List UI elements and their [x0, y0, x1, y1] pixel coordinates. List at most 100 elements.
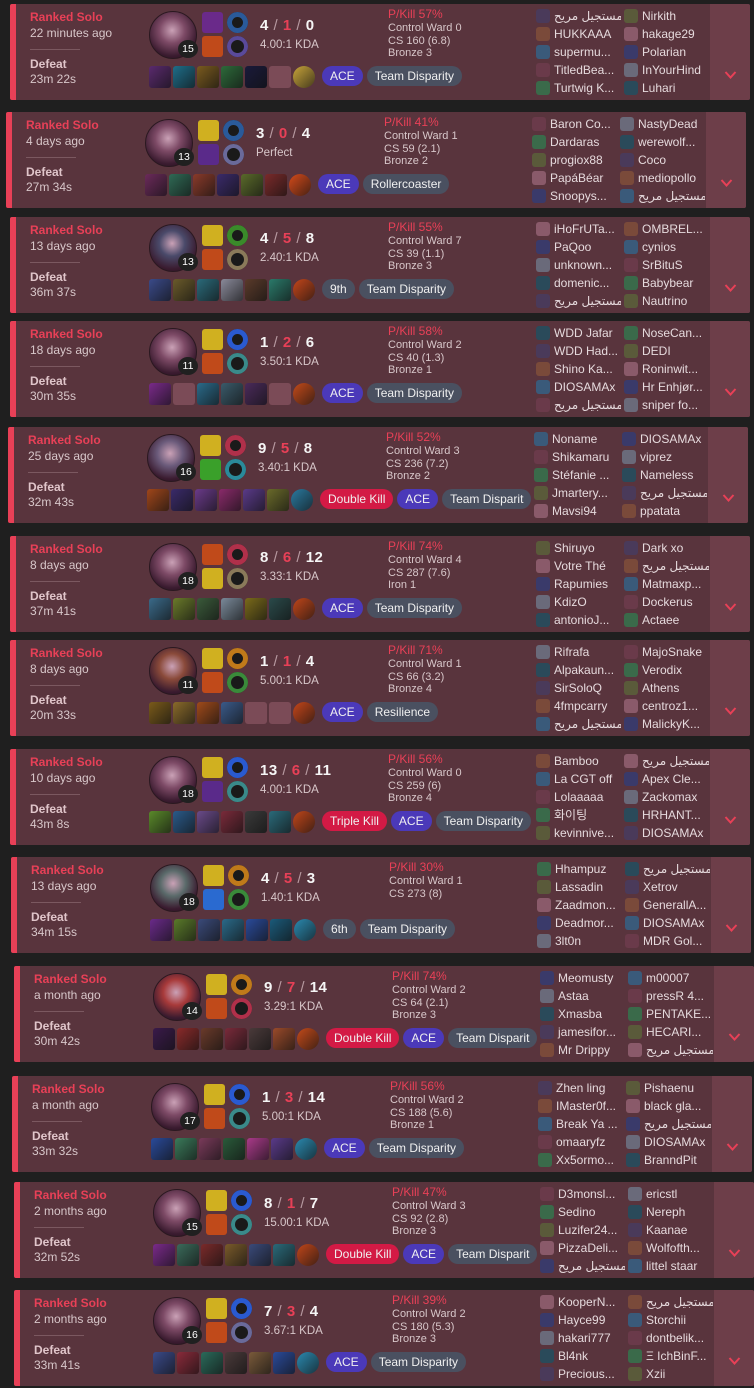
red-team-player[interactable]: BranndPit [626, 1151, 711, 1169]
blue-team-player[interactable]: KdizO [536, 593, 621, 611]
item-icon[interactable] [245, 702, 267, 724]
blue-team-player[interactable]: Turtwig K... [536, 79, 621, 97]
blue-team-player[interactable]: Rifrafa [536, 643, 621, 661]
expand-button[interactable] [710, 217, 750, 313]
red-team-player[interactable]: Verodix [624, 661, 709, 679]
red-team-player[interactable]: GenerallA... [625, 896, 710, 914]
item-icon[interactable] [217, 174, 239, 196]
item-icon[interactable] [199, 1138, 221, 1160]
blue-team-player[interactable]: SirSoloQ [536, 679, 621, 697]
red-team-player[interactable]: Xetrov [625, 878, 710, 896]
champion-portrait-icon[interactable]: 17 [151, 1083, 200, 1131]
item-icon[interactable] [269, 279, 291, 301]
item-icon[interactable] [221, 279, 243, 301]
red-team-player[interactable]: mediopollo [620, 169, 705, 187]
expand-button[interactable] [714, 1182, 754, 1278]
blue-team-player[interactable]: Alpakaun... [536, 661, 621, 679]
red-team-player[interactable]: Nirkith [624, 7, 709, 25]
secondary-rune-icon[interactable] [231, 1322, 252, 1343]
blue-team-player[interactable]: omaaryfz [538, 1133, 623, 1151]
item-icon[interactable] [225, 1352, 247, 1374]
match-card[interactable]: Ranked Solo 8 days ago Defeat 20m 33s 11 1 / … [10, 640, 750, 736]
item-icon[interactable] [195, 489, 217, 511]
trinket-item-icon[interactable] [294, 919, 316, 941]
item-icon[interactable] [247, 1138, 269, 1160]
blue-team-player[interactable]: kevinnive... [536, 824, 621, 842]
summoner-spell-icon[interactable] [206, 1190, 227, 1211]
item-icon[interactable] [223, 1138, 245, 1160]
blue-team-player[interactable]: D3monsl... [540, 1185, 625, 1203]
match-card[interactable]: Ranked Solo a month ago Defeat 33m 32s 17 1 /… [12, 1076, 752, 1172]
blue-team-player[interactable]: Mr Drippy [540, 1041, 625, 1059]
keystone-rune-icon[interactable] [227, 757, 248, 778]
item-icon[interactable] [150, 919, 172, 941]
summoner-spell-icon[interactable] [203, 865, 224, 886]
secondary-rune-icon[interactable] [227, 672, 248, 693]
champion-portrait-icon[interactable]: 13 [145, 119, 194, 167]
keystone-rune-icon[interactable] [231, 1298, 252, 1319]
match-card[interactable]: Ranked Solo 10 days ago Defeat 43m 8s 18 13 /… [10, 749, 750, 845]
expand-button[interactable] [710, 640, 750, 736]
red-team-player[interactable]: InYourHind [624, 61, 709, 79]
secondary-rune-icon[interactable] [227, 781, 248, 802]
secondary-rune-icon[interactable] [225, 459, 246, 480]
item-icon[interactable] [175, 1138, 197, 1160]
blue-team-player[interactable]: 화이팅 [536, 806, 621, 824]
keystone-rune-icon[interactable] [231, 1190, 252, 1211]
match-card[interactable]: Ranked Solo a month ago Defeat 30m 42s 14 9 /… [14, 966, 754, 1062]
summoner-spell-icon[interactable] [202, 329, 223, 350]
item-icon[interactable] [145, 174, 167, 196]
red-team-player[interactable]: مستجيل مريح [622, 484, 707, 502]
item-icon[interactable] [273, 1028, 295, 1050]
red-team-player[interactable]: مستجيل مريح [628, 1041, 713, 1059]
match-card[interactable]: Ranked Solo 13 days ago Defeat 34m 15s 18 4 /… [11, 857, 751, 953]
red-team-player[interactable]: centroz1... [624, 697, 709, 715]
item-icon[interactable] [171, 489, 193, 511]
summoner-spell-icon[interactable] [202, 568, 223, 589]
red-team-player[interactable]: Actaee [624, 611, 709, 629]
blue-team-player[interactable]: مستجيل مريح [536, 292, 621, 310]
item-icon[interactable] [245, 383, 267, 405]
blue-team-player[interactable]: Dardaras [532, 133, 617, 151]
red-team-player[interactable]: cynios [624, 238, 709, 256]
item-icon[interactable] [149, 383, 171, 405]
item-icon[interactable] [173, 702, 195, 724]
summoner-spell-icon[interactable] [203, 889, 224, 910]
red-team-player[interactable]: Zackomax [624, 788, 709, 806]
secondary-rune-icon[interactable] [231, 1214, 252, 1235]
summoner-spell-icon[interactable] [204, 1084, 225, 1105]
summoner-spell-icon[interactable] [206, 974, 227, 995]
item-icon[interactable] [245, 811, 267, 833]
blue-team-player[interactable]: Votre Thé [536, 557, 621, 575]
red-team-player[interactable]: MDR Gol... [625, 932, 710, 950]
keystone-rune-icon[interactable] [227, 12, 248, 33]
blue-team-player[interactable]: progiox88 [532, 151, 617, 169]
trinket-item-icon[interactable] [291, 489, 313, 511]
secondary-rune-icon[interactable] [229, 1108, 250, 1129]
blue-team-player[interactable]: مستجيل مريح [540, 1257, 625, 1275]
blue-team-player[interactable]: jamesifor... [540, 1023, 625, 1041]
item-icon[interactable] [198, 919, 220, 941]
summoner-spell-icon[interactable] [204, 1108, 225, 1129]
blue-team-player[interactable]: 4fmpcarry [536, 697, 621, 715]
expand-button[interactable] [710, 321, 750, 417]
red-team-player[interactable]: ericstl [628, 1185, 713, 1203]
summoner-spell-icon[interactable] [202, 36, 223, 57]
item-icon[interactable] [149, 598, 171, 620]
red-team-player[interactable]: Dockerus [624, 593, 709, 611]
item-icon[interactable] [221, 811, 243, 833]
summoner-spell-icon[interactable] [202, 672, 223, 693]
red-team-player[interactable]: DIOSAMAx [622, 430, 707, 448]
champion-portrait-icon[interactable]: 15 [153, 1189, 202, 1237]
blue-team-player[interactable]: Break Ya ... [538, 1115, 623, 1133]
blue-team-player[interactable]: مستجيل مريح [536, 7, 621, 25]
blue-team-player[interactable]: 3lt0n [537, 932, 622, 950]
red-team-player[interactable]: DEDI [624, 342, 709, 360]
item-icon[interactable] [197, 811, 219, 833]
red-team-player[interactable]: werewolf... [620, 133, 705, 151]
red-team-player[interactable]: Nameless [622, 466, 707, 484]
match-card[interactable]: Ranked Solo 13 days ago Defeat 36m 37s 13 4 /… [10, 217, 750, 313]
item-icon[interactable] [221, 598, 243, 620]
expand-button[interactable] [706, 112, 746, 208]
red-team-player[interactable]: sniper fo... [624, 396, 709, 414]
